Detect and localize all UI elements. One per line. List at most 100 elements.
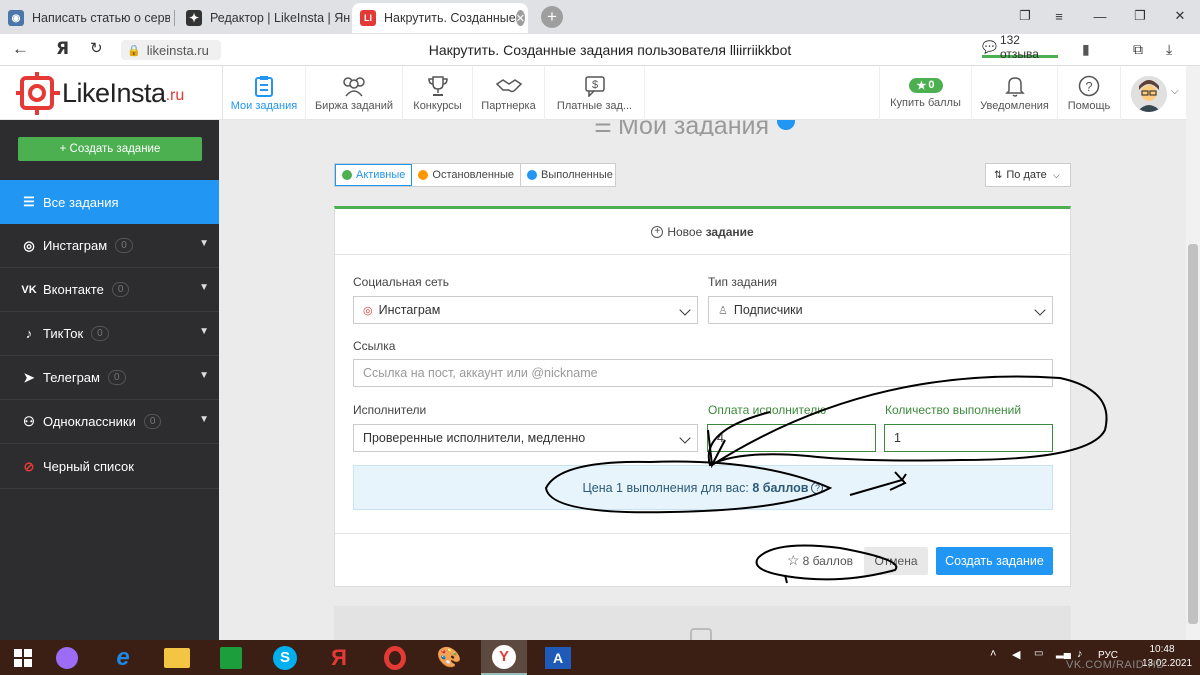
tray-chevron-icon[interactable]: ˄ [990,648,996,660]
sidebar-item-instagram[interactable]: ◎ Инстаграм 0 ▼ [0,224,219,268]
status-filter-group: Активные Остановленные Выполненные [334,163,616,187]
help-icon: ? [1078,75,1100,96]
minimize-icon[interactable]: — [1086,4,1114,28]
check-icon [527,170,537,180]
pay-input[interactable]: 4 [707,424,876,452]
back-icon[interactable]: ← [12,39,29,59]
file-explorer-icon[interactable] [154,640,200,675]
download-icon[interactable]: ⤓ [1166,41,1172,58]
maximize-icon[interactable]: ❐ [1126,4,1154,28]
cancel-button[interactable]: Отмена [864,547,928,575]
scrollbar-thumb[interactable] [1188,244,1198,624]
filter-active-button[interactable]: Активные [335,164,413,186]
filter-completed-button[interactable]: Выполненные [521,164,619,186]
divider [335,533,1070,534]
chevron-down-icon: ▼ [199,238,209,249]
star-icon: ★ [916,79,927,92]
watermark: VK.COM/RAID HD [1066,659,1165,671]
new-tab-button[interactable]: + [541,6,563,28]
opera-icon[interactable] [372,640,418,675]
reload-icon[interactable]: ↻ [90,39,103,57]
chevron-down-icon[interactable]: ⌵ [1171,86,1179,97]
create-task-button[interactable]: + Создать задание [18,137,202,161]
help[interactable]: ? Помощь [1057,66,1121,120]
tab-favicon-icon: ✦ [186,10,202,26]
filter-stopped-button[interactable]: Остановленные [412,164,521,186]
tab-manager-icon[interactable]: ❐ [1011,4,1039,28]
play-icon [342,170,352,180]
yandex-icon[interactable]: Я [56,39,69,59]
close-window-icon[interactable]: ✕ [1166,4,1194,28]
performers-select[interactable]: Проверенные исполнители, медленно [353,424,698,452]
windows-start-icon[interactable] [0,640,46,675]
yandex-active-icon[interactable]: Y [481,640,527,675]
create-task-submit-button[interactable]: Создать задание [936,547,1053,575]
network-label: Социальная сеть [353,275,449,289]
vk-icon: VK [21,283,37,296]
instagram-icon: ◎ [23,237,35,253]
task-type-label: Тип задания [708,275,778,289]
notifications[interactable]: Уведомления [971,66,1057,120]
app-icon[interactable]: A [535,640,581,675]
svg-text:$: $ [591,79,597,91]
count-label: Количество выполнений [885,403,1022,417]
url-field[interactable]: 🔒 likeinsta.ru [121,40,221,60]
collections-icon[interactable]: ⧉ [1133,41,1143,58]
odnoklassniki-icon: ⚇ [23,413,35,429]
total-cost: ☆ 8 баллов [787,552,854,568]
skype-icon[interactable]: S [262,640,308,675]
sidebar-item-odnoklassniki[interactable]: ⚇ Одноклассники 0 ▼ [0,400,219,444]
alice-icon[interactable] [44,640,90,675]
nav-task-exchange[interactable]: Биржа заданий [305,66,402,120]
help-icon[interactable]: ? [811,481,824,494]
wifi-icon[interactable]: ▂▄ [1056,648,1071,659]
bookmark-icon[interactable]: ▮ [1082,41,1090,58]
sidebar-item-tiktok[interactable]: ♪ ТикТок 0 ▼ [0,312,219,356]
chevron-down-icon [679,304,691,316]
list-icon: ☰ [23,194,35,209]
tab-favicon-icon: ◉ [8,10,24,26]
tab-divider [174,10,175,26]
link-input[interactable]: Ссылка на пост, аккаунт или @nickname [353,359,1053,387]
sidebar-item-vkontakte[interactable]: VK Вконтакте 0 ▼ [0,268,219,312]
info-badge [777,120,796,130]
volume-icon[interactable]: ◀ [1012,648,1020,661]
paint-icon[interactable]: 🎨 [426,640,472,675]
sidebar-item-telegram[interactable]: ➤ Телеграм 0 ▼ [0,356,219,400]
site-logo[interactable]: LikeInsta .ru [14,70,214,116]
close-tab-icon[interactable]: ✕ [515,10,525,26]
user-avatar-icon [1131,76,1167,112]
browser-tab-active[interactable]: LI Накрутить. Созданные ✕ [352,3,528,33]
page-title: Накрутить. Созданные задания пользовател… [428,42,792,58]
performers-label: Исполнители [353,403,427,417]
nav-my-tasks[interactable]: Мои задания [222,66,305,120]
chevron-down-icon: ▼ [199,326,209,337]
nav-partner[interactable]: Партнерка [472,66,544,120]
users-icon [343,76,365,96]
nav-contests[interactable]: Конкурсы [402,66,472,120]
store-icon[interactable] [208,640,254,675]
yandex-browser-icon[interactable]: Я [316,640,362,675]
new-task-card [334,206,1071,587]
browser-tab[interactable]: ✦ Редактор | LikeInsta | Янде [178,3,350,33]
reviews-badge[interactable]: 💬 132 отзыва [982,33,1058,61]
menu-icon[interactable]: ≡ [1045,4,1073,28]
avatar[interactable] [1131,76,1167,112]
sort-dropdown[interactable]: ⇅ По дате ⌵ [985,163,1071,187]
empty-state-icon [690,628,712,640]
nav-paid-tasks[interactable]: $ Платные зад... [544,66,645,120]
count-input[interactable]: 1 [884,424,1053,452]
clipboard-icon [255,75,273,97]
sidebar-item-blacklist[interactable]: ⊘ Черный список [0,445,219,489]
pause-icon [418,170,429,180]
paid-chat-icon: $ [584,75,605,97]
sidebar-item-all-tasks[interactable]: ☰ Все задания [0,180,219,224]
task-type-select[interactable]: ♙ Подписчики [708,296,1053,324]
network-icon[interactable]: ▭ [1034,648,1043,659]
link-label: Ссылка [353,339,396,353]
buy-points[interactable]: ★ 0 Купить баллы [879,66,971,120]
browser-tab[interactable]: ◉ Написать статью о сервис [0,3,170,33]
network-select[interactable]: ◎ Инстаграм [353,296,698,324]
trophy-icon [427,75,448,96]
internet-explorer-icon[interactable]: e [100,640,146,675]
